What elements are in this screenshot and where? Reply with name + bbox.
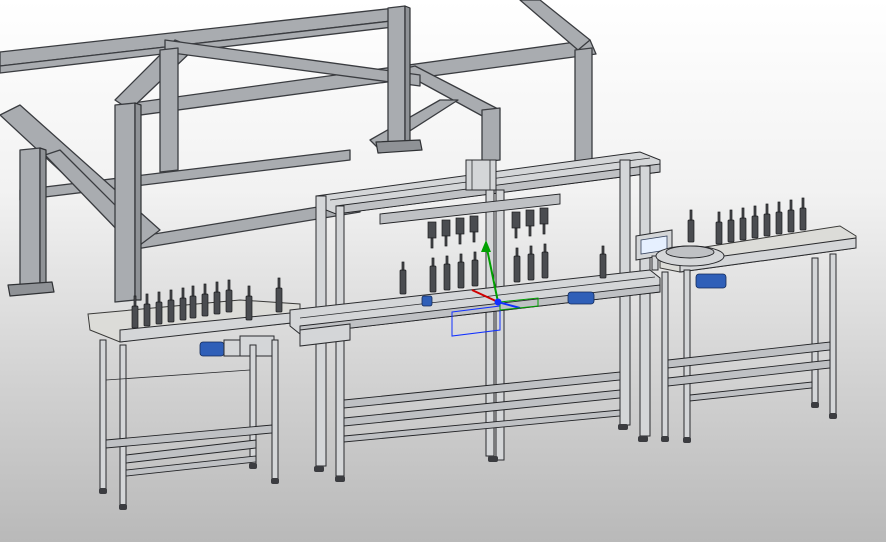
right-outfeed-table[interactable] bbox=[655, 197, 857, 443]
cad-3d-viewport[interactable] bbox=[0, 0, 886, 542]
conveyor-motor-icon bbox=[199, 339, 243, 357]
main-conveyor[interactable] bbox=[289, 243, 661, 335]
steel-support-frame[interactable] bbox=[0, 0, 597, 303]
conveyor-motor-icon bbox=[695, 273, 727, 289]
left-infeed-table[interactable] bbox=[87, 277, 301, 510]
assembly-model[interactable] bbox=[0, 0, 886, 542]
machine-lower-frame bbox=[299, 323, 648, 482]
